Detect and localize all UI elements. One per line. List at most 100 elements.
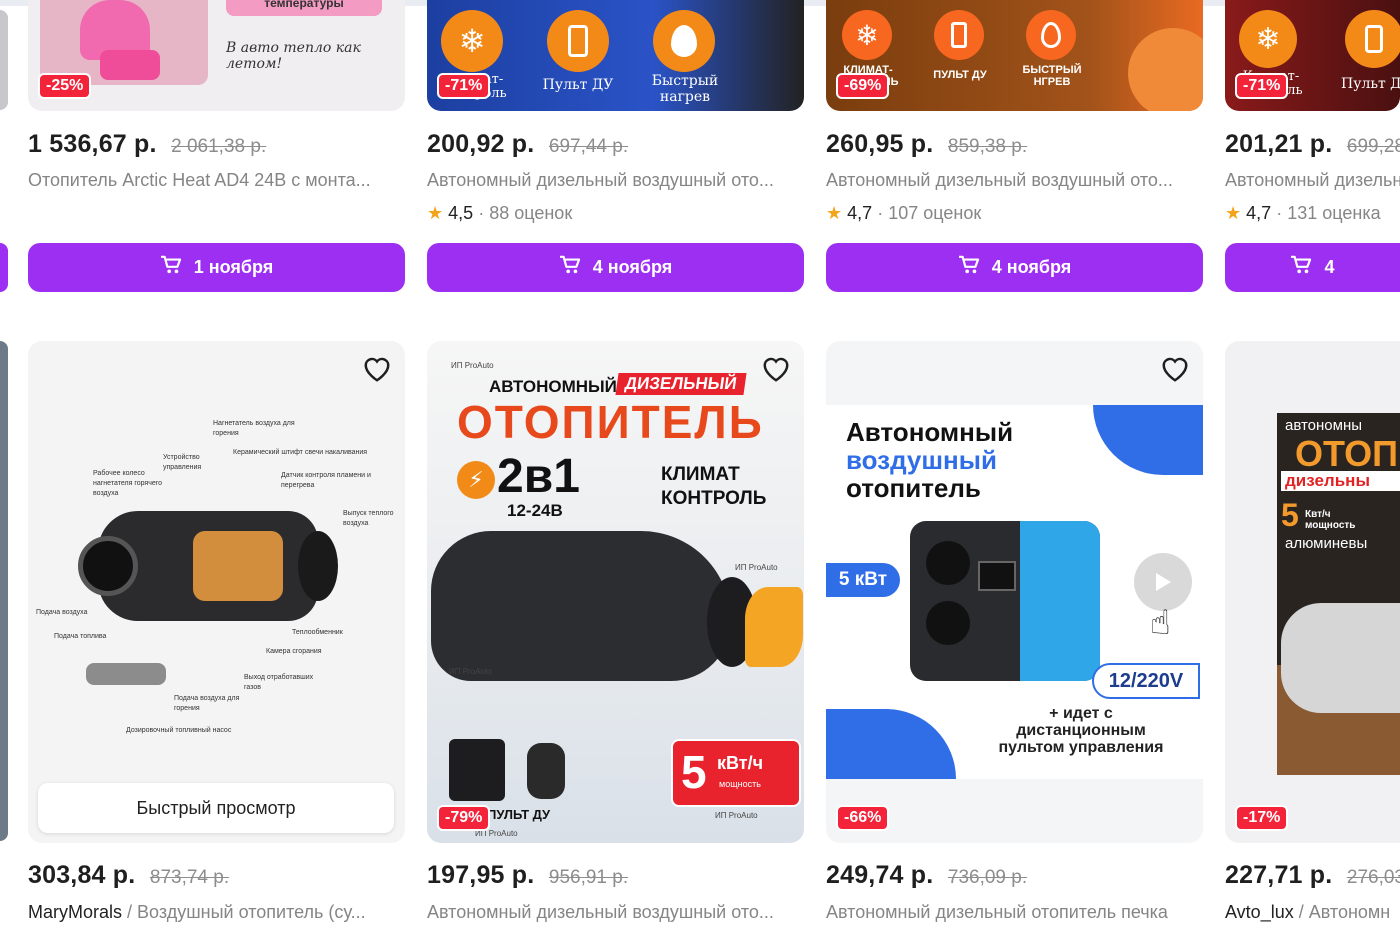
thumb-label: БЫСТРЫЙ НГРЕВ — [1022, 64, 1082, 88]
product-title[interactable]: Автономный дизельный воздушный ото... — [826, 170, 1203, 191]
power-unit: кВт/ч — [717, 753, 764, 773]
promo-text: ПУЛЬТ ДУ — [487, 807, 551, 822]
product-image[interactable]: ❄ Климат- контроль Пульт ДУ -71% — [1225, 0, 1400, 111]
promo-text: отопитель — [846, 473, 981, 503]
star-icon: ★ — [1225, 203, 1242, 223]
discount-badge: -25% — [38, 73, 92, 99]
product-image[interactable]: автономны ОТОП дизельны 5 Квт/ч мощность… — [1225, 341, 1400, 843]
heart-icon[interactable] — [1159, 353, 1191, 385]
promo-text: 2в1 — [497, 450, 580, 503]
thumb-label: Пульт ДУ — [1341, 76, 1400, 92]
price: 260,95 р. — [826, 130, 934, 158]
old-price: 956,91 р. — [548, 867, 629, 888]
product-image[interactable]: ИП ProAuto АВТОНОМНЫЙ ДИЗЕЛЬНЫЙ ОТОПИТЕЛ… — [427, 341, 804, 843]
promo-heading: ОТОПИТЕЛЬ — [457, 396, 764, 448]
product-title[interactable]: Автономный дизельн — [1225, 170, 1400, 191]
discount-badge: -66% — [836, 805, 890, 831]
seller-watermark: ИП ProAuto — [735, 563, 778, 572]
rating-value: 4,7 — [847, 203, 873, 223]
review-count[interactable]: 107 оценок — [888, 203, 981, 223]
remote-icon — [934, 10, 984, 60]
product-title[interactable]: Автономный дизельный воздушный ото... — [427, 902, 804, 923]
promo-text: ДИЗЕЛЬНЫЙ — [615, 373, 747, 395]
diagram-label: Выпуск теплого воздуха — [343, 510, 394, 527]
product-image[interactable]: температуры В авто тепло как летом! -25% — [28, 0, 405, 111]
separator: · — [877, 203, 884, 223]
prev-card-button-edge[interactable] — [0, 243, 8, 292]
cart-icon — [559, 255, 581, 280]
hand-cursor-icon: ☝ — [1150, 604, 1171, 642]
decor-shape — [1093, 405, 1203, 475]
promo-text: АВТОНОМНЫЙ — [489, 377, 617, 396]
product-title[interactable]: MaryMorals / Воздушный отопитель (су... — [28, 902, 405, 923]
product-image[interactable]: Нагнетатель воздуха для горения Устройст… — [28, 341, 405, 843]
heart-icon[interactable] — [361, 353, 393, 385]
old-price: 697,44 р. — [548, 136, 629, 157]
promo-text: + идет с дистанционным пультом управлени… — [998, 705, 1164, 756]
product-title[interactable]: Отопитель Arctic Heat AD4 24В с монта... — [28, 170, 405, 191]
thumb-label: ПУЛЬТ ДУ — [933, 69, 987, 81]
product-title[interactable]: Автономный дизельный воздушный ото... — [427, 170, 804, 191]
star-icon: ★ — [427, 203, 444, 223]
seller-watermark: ИП ProAuto — [449, 667, 492, 676]
old-price: 2 061,38 р. — [171, 136, 267, 157]
old-price: 699,28 — [1346, 136, 1400, 157]
product-image[interactable]: ❄ КЛИМАТ- КОНТРОЛЬ ПУЛЬТ ДУ БЫСТРЫЙ НГРЕ… — [826, 0, 1203, 111]
decor-shape — [826, 709, 956, 779]
price-row: 1 536,67 р. 2 061,38 р. — [28, 130, 266, 159]
add-to-cart-button[interactable]: 4 — [1225, 243, 1400, 292]
remote-image — [527, 743, 565, 799]
price: 201,21 р. — [1225, 130, 1333, 158]
thumb-label: Пульт ДУ — [542, 77, 614, 93]
promo-text: КЛИМАТ КОНТРОЛЬ — [661, 464, 767, 509]
rating-value: 4,7 — [1246, 203, 1272, 223]
product-image[interactable]: Автономный воздушный отопитель 5 кВт ☝ 1… — [826, 341, 1203, 843]
price: 227,71 р. — [1225, 861, 1333, 889]
diagram-label: Датчик контроля пламени и перегрева — [281, 472, 371, 489]
heart-icon[interactable] — [760, 353, 792, 385]
add-to-cart-button[interactable]: 4 ноября — [826, 243, 1203, 292]
seller-name[interactable]: Avto_lux — [1225, 902, 1294, 922]
product-title[interactable]: Avto_lux / Автономн — [1225, 902, 1400, 923]
flame-icon — [653, 10, 715, 72]
product-image[interactable]: ❄ Климат- контроль Пульт ДУ Быстрый нагр… — [427, 0, 804, 111]
power-caption: мощность — [719, 779, 761, 789]
title-text: Автономн — [1308, 902, 1391, 922]
rating-value: 4,5 — [448, 203, 474, 223]
heater-image — [431, 531, 731, 681]
product-title[interactable]: Автономный дизельный отопитель печка — [826, 902, 1203, 923]
price-row: 200,92 р. 697,44 р. — [427, 130, 628, 159]
delivery-date: 4 ноября — [592, 257, 673, 277]
separator: · — [1276, 203, 1283, 223]
cart-icon — [1290, 255, 1312, 280]
diagram-label: Керамический штифт свечи накаливания — [233, 449, 368, 456]
price-row: 260,95 р. 859,38 р. — [826, 130, 1027, 159]
discount-badge: -71% — [1235, 73, 1289, 99]
add-to-cart-button[interactable]: 1 ноября — [28, 243, 405, 292]
thumb-label: Быстрый нагрев — [651, 73, 719, 105]
power-value: 5 — [1281, 497, 1299, 533]
promo-text: 12-24В — [507, 501, 563, 520]
add-to-cart-button[interactable]: 4 ноября — [427, 243, 804, 292]
thumb-caption: В авто тепло как летом! — [226, 40, 361, 72]
discount-badge: -79% — [437, 805, 491, 831]
old-price: 859,38 р. — [947, 136, 1028, 157]
old-price: 873,74 р. — [149, 867, 230, 888]
control-panel-image — [449, 739, 505, 801]
seller-name[interactable]: MaryMorals — [28, 902, 122, 922]
snowflake-icon: ❄ — [441, 10, 503, 72]
remote-icon — [547, 10, 609, 72]
lightning-icon: ⚡ — [457, 461, 495, 499]
flame-image — [745, 587, 803, 667]
diagram-label: Теплообменник — [292, 629, 343, 636]
prev-card-image-edge — [0, 341, 8, 841]
prev-card-edge — [0, 10, 8, 110]
title-separator: / — [1298, 902, 1309, 922]
diagram-label: Выход отработавших газов — [244, 674, 314, 691]
price: 303,84 р. — [28, 861, 136, 889]
review-count[interactable]: 88 оценок — [489, 203, 572, 223]
power-caption: Квт/ч мощность — [1305, 509, 1356, 531]
promo-heading: ОТОП — [1295, 433, 1398, 474]
quick-view-button[interactable]: Быстрый просмотр — [38, 783, 394, 833]
review-count[interactable]: 131 оценка — [1287, 203, 1380, 223]
